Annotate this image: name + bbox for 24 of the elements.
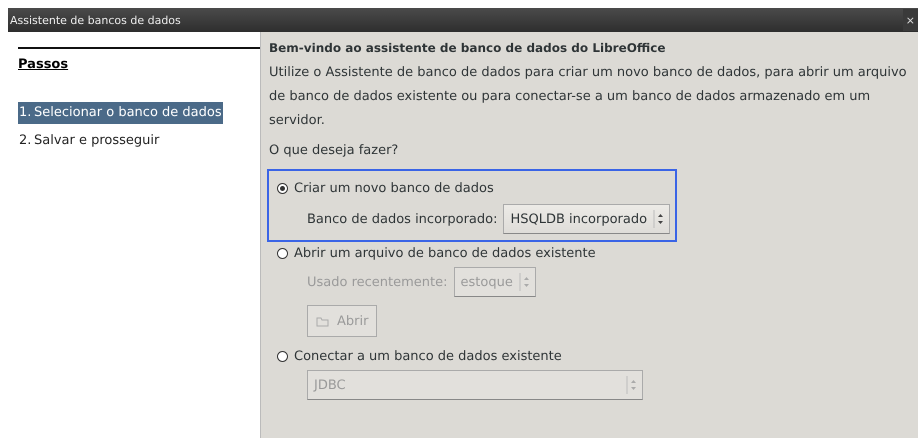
combo-label: Banco de dados incorporado: bbox=[307, 212, 498, 226]
question-label: O que deseja fazer? bbox=[269, 142, 400, 160]
spinner-icon bbox=[653, 208, 666, 230]
dropdown[interactable]: HSQLDB incorporado bbox=[503, 204, 670, 234]
radio-button[interactable] bbox=[277, 248, 288, 259]
radio-button[interactable] bbox=[277, 351, 288, 362]
spinner-icon bbox=[626, 374, 638, 396]
page-heading: Bem-vindo ao assistente de banco de dados do LibreOffice bbox=[269, 41, 667, 55]
window-title: Assistente de bancos de dados bbox=[10, 14, 181, 26]
option-label: Abrir um arquivo de banco de dados existente bbox=[294, 246, 596, 261]
spinner-icon bbox=[518, 271, 531, 293]
radio-option[interactable]: Conectar a um banco de dados existente bbox=[277, 349, 675, 364]
steps-heading: Passos bbox=[18, 47, 260, 72]
step-item[interactable]: 1. Selecionar o banco de dados bbox=[18, 102, 223, 124]
step-item[interactable]: 2. Salvar e prosseguir bbox=[18, 130, 160, 152]
combo-label: Usado recentemente: bbox=[307, 274, 448, 290]
radio-option[interactable]: Criar um novo banco de dados bbox=[277, 181, 675, 196]
radio-option[interactable]: Abrir um arquivo de banco de dados existente bbox=[277, 246, 675, 261]
option-label: Criar um novo banco de dados bbox=[294, 181, 494, 196]
option-label: Conectar a um banco de dados existente bbox=[294, 349, 562, 364]
close-button[interactable]: × bbox=[902, 9, 918, 31]
folder-icon bbox=[316, 315, 329, 327]
intro-text: Utilize o Assistente de banco de dados para criar um novo banco de dados, para abrir um arquivo de banco de dados existente ou para conectar-se a um banco de dados armazenado em um servidor. bbox=[269, 64, 908, 130]
radio-button[interactable] bbox=[277, 183, 288, 194]
